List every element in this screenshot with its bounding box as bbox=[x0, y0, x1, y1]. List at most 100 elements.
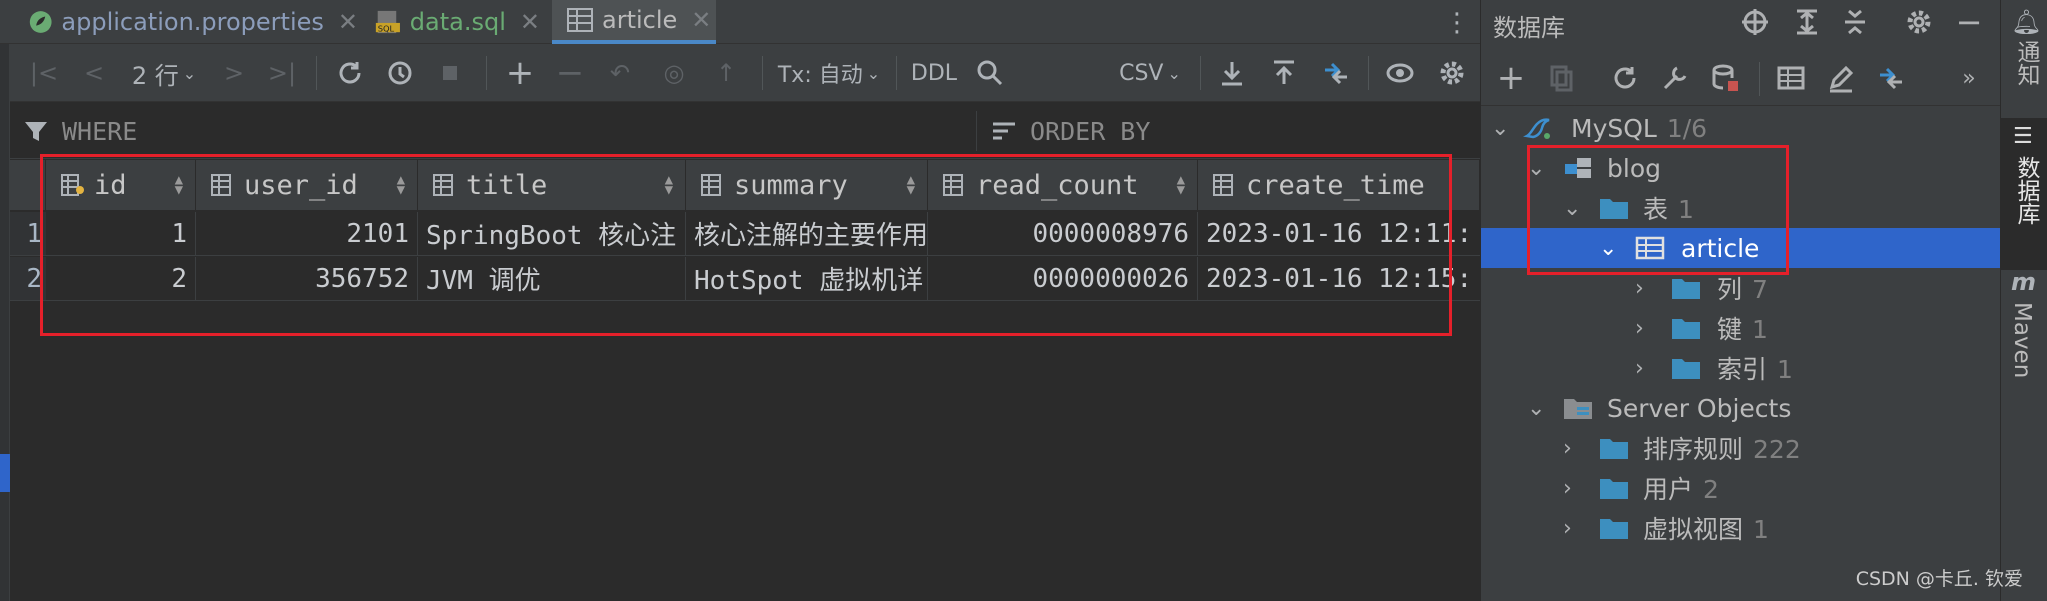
order-by-input[interactable]: ORDER BY bbox=[990, 117, 1150, 146]
download-icon[interactable] bbox=[1210, 44, 1254, 102]
table-cell[interactable]: 356752 bbox=[196, 257, 418, 301]
compare-icon[interactable] bbox=[1314, 44, 1358, 102]
tree-node-tables[interactable]: ⌄ 表1 bbox=[1481, 188, 2001, 228]
add-icon[interactable]: + bbox=[1491, 58, 1531, 98]
table-cell[interactable]: 2 bbox=[46, 257, 196, 301]
row-number[interactable]: 1 bbox=[10, 212, 46, 256]
chevron-right-icon[interactable]: › bbox=[1563, 436, 1572, 461]
tree-node-columns[interactable]: › 列7 bbox=[1481, 268, 2001, 308]
upload-icon[interactable] bbox=[1262, 44, 1306, 102]
chevron-down-icon[interactable]: ⌄ bbox=[1527, 396, 1545, 421]
revert-icon[interactable]: ↶ bbox=[600, 44, 640, 102]
tree-node-mysql[interactable]: ⌄ MySQL 1/6 bbox=[1481, 108, 2001, 148]
sort-arrows-icon[interactable]: ▲ ▼ bbox=[907, 173, 915, 197]
column-header-title[interactable]: title ▲ ▼ bbox=[418, 160, 686, 210]
crosshair-icon[interactable] bbox=[1737, 6, 1773, 38]
ddl-button[interactable]: DDL bbox=[908, 44, 960, 102]
next-page-icon[interactable]: > bbox=[214, 44, 254, 102]
table-cell[interactable]: 2023-01-16 12:11: bbox=[1198, 212, 1480, 256]
tree-node-virtual-views[interactable]: › 虚拟视图 1 bbox=[1481, 508, 2001, 548]
chevron-right-icon[interactable]: › bbox=[1635, 356, 1644, 381]
copy-icon[interactable] bbox=[1541, 60, 1581, 96]
tree-node-users[interactable]: › 用户 2 bbox=[1481, 468, 2001, 508]
column-header-create-time[interactable]: create_time bbox=[1198, 160, 1480, 210]
chevron-right-icon[interactable]: › bbox=[1635, 316, 1644, 341]
row-number[interactable]: 2 bbox=[10, 257, 46, 301]
table-cell[interactable]: 2101 bbox=[196, 212, 418, 256]
close-icon[interactable]: ✕ bbox=[691, 6, 711, 34]
table-cell[interactable]: JVM 调优 bbox=[418, 257, 686, 301]
close-icon[interactable]: ✕ bbox=[338, 8, 358, 36]
expand-all-icon[interactable] bbox=[1789, 6, 1825, 38]
column-header-read-count[interactable]: read_count ▲ ▼ bbox=[928, 160, 1198, 210]
minimize-icon[interactable]: − bbox=[1951, 3, 1987, 41]
sort-arrows-icon[interactable]: ▲ ▼ bbox=[1177, 173, 1185, 197]
tools-icon[interactable] bbox=[1655, 60, 1695, 96]
gear-icon[interactable] bbox=[1430, 44, 1474, 102]
refresh-icon[interactable] bbox=[1605, 60, 1645, 96]
separator bbox=[896, 56, 897, 90]
table-cell[interactable]: 0000008976 bbox=[928, 212, 1198, 256]
database-tab[interactable]: 数据库 bbox=[2009, 156, 2043, 225]
view-icon[interactable] bbox=[1378, 44, 1422, 102]
column-header-user-id[interactable]: user_id ▲ ▼ bbox=[196, 160, 418, 210]
column-header-summary[interactable]: summary ▲ ▼ bbox=[686, 160, 928, 210]
tree-node-indexes[interactable]: › 索引 1 bbox=[1481, 348, 2001, 388]
table-cell[interactable]: 2023-01-16 12:15: bbox=[1198, 257, 1480, 301]
chevron-down-icon[interactable]: ⌄ bbox=[1527, 156, 1545, 181]
tab-article[interactable]: article ✕ bbox=[552, 0, 716, 44]
tab-data-sql[interactable]: SQL data.sql ✕ bbox=[374, 0, 540, 44]
sort-arrows-icon[interactable]: ▲ ▼ bbox=[397, 173, 405, 197]
table-cell[interactable]: SpringBoot 核心注 bbox=[418, 212, 686, 256]
add-row-icon[interactable]: + bbox=[498, 44, 542, 102]
last-page-icon[interactable]: >| bbox=[260, 44, 304, 102]
table-cell[interactable]: HotSpot 虚拟机详 bbox=[686, 257, 928, 301]
edit-icon[interactable] bbox=[1821, 60, 1861, 96]
where-input[interactable]: WHERE bbox=[22, 117, 137, 146]
tree-node-collations[interactable]: › 排序规则 222 bbox=[1481, 428, 2001, 468]
stop-icon[interactable] bbox=[430, 44, 470, 102]
tree-node-server-objects[interactable]: ⌄ Server Objects bbox=[1481, 388, 2001, 428]
chevron-down-icon[interactable]: ⌄ bbox=[1599, 236, 1617, 261]
search-icon[interactable] bbox=[968, 44, 1012, 102]
chevron-down-icon: ⌄ bbox=[1167, 63, 1181, 83]
export-format-select[interactable]: CSV ⌄ bbox=[1110, 44, 1190, 102]
gear-icon[interactable] bbox=[1901, 6, 1937, 38]
maven-tab[interactable]: Maven bbox=[2009, 302, 2035, 378]
sort-arrows-icon[interactable]: ▲ ▼ bbox=[665, 173, 673, 197]
table-cell[interactable]: 1 bbox=[46, 212, 196, 256]
more-options-icon[interactable]: ⋮ bbox=[1444, 8, 1470, 38]
chevron-down-icon[interactable]: ⌄ bbox=[1491, 116, 1509, 141]
collapse-all-icon[interactable] bbox=[1837, 6, 1873, 38]
bell-icon[interactable]: 🔔︎ bbox=[2011, 8, 2041, 36]
prev-page-icon[interactable]: < bbox=[74, 44, 114, 102]
datasource-icon[interactable] bbox=[1705, 60, 1745, 96]
chevron-right-icon[interactable]: › bbox=[1563, 476, 1572, 501]
sort-arrows-icon[interactable]: ▲ ▼ bbox=[175, 173, 183, 197]
transaction-mode-select[interactable]: Tx: 自动 ⌄ bbox=[774, 44, 884, 102]
notifications-tab[interactable]: 通知 bbox=[2009, 40, 2043, 86]
compare-icon[interactable] bbox=[1871, 60, 1911, 96]
database-panel-header: 数据库 − bbox=[1481, 0, 2001, 44]
submit-icon[interactable]: ↑ bbox=[706, 44, 746, 102]
chevron-right-icon[interactable]: › bbox=[1563, 516, 1572, 541]
table-cell[interactable]: 核心注解的主要作用 bbox=[686, 212, 928, 256]
history-icon[interactable] bbox=[378, 44, 422, 102]
refresh-icon[interactable] bbox=[328, 44, 372, 102]
delete-row-icon[interactable]: − bbox=[550, 44, 590, 102]
node-count: 1/6 bbox=[1666, 113, 1708, 143]
table-icon[interactable] bbox=[1771, 60, 1811, 96]
close-icon[interactable]: ✕ bbox=[520, 8, 540, 36]
table-cell[interactable]: 0000000026 bbox=[928, 257, 1198, 301]
tree-node-keys[interactable]: › 键1 bbox=[1481, 308, 2001, 348]
chevron-right-icon[interactable]: › bbox=[1635, 276, 1644, 301]
tab-application-properties[interactable]: application.properties ✕ bbox=[28, 0, 358, 44]
tree-node-blog[interactable]: ⌄ blog bbox=[1481, 148, 2001, 188]
row-count-select[interactable]: 2 行 ⌄ bbox=[124, 44, 204, 102]
first-page-icon[interactable]: |< bbox=[24, 44, 64, 102]
tree-node-article[interactable]: ⌄ article bbox=[1481, 228, 2001, 268]
overflow-icon[interactable]: » bbox=[1951, 60, 1987, 96]
preview-changes-icon[interactable]: ◎ bbox=[654, 44, 694, 102]
chevron-down-icon[interactable]: ⌄ bbox=[1563, 196, 1581, 221]
column-header-id[interactable]: id ▲ ▼ bbox=[46, 160, 196, 210]
